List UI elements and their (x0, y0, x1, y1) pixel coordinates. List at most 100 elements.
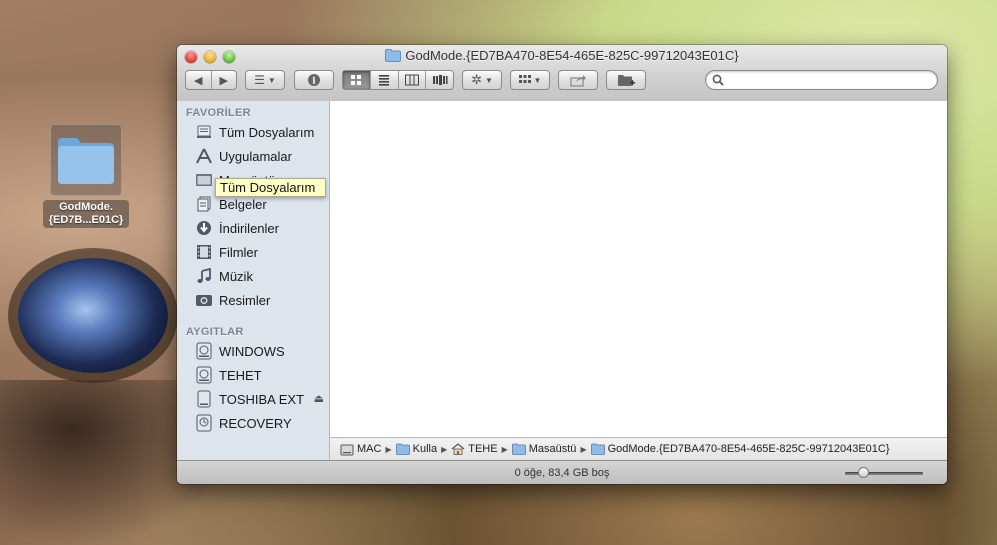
file-browser-content[interactable] (330, 101, 947, 437)
icon-size-slider[interactable] (845, 467, 923, 478)
sidebar-item-label: Belgeler (219, 196, 267, 212)
sidebar-item-label: Filmler (219, 244, 258, 260)
sidebar-item-movies[interactable]: Filmler (194, 241, 258, 263)
action-button[interactable]: ✲ ▼ (462, 70, 502, 90)
downloads-icon (194, 219, 214, 237)
info-button[interactable]: i (294, 70, 334, 90)
external-disk-icon (194, 390, 214, 408)
folder-icon (395, 443, 410, 455)
share-icon (570, 74, 586, 87)
disk-icon (194, 342, 214, 360)
new-folder-button[interactable] (606, 70, 646, 90)
gear-icon: ✲ (471, 72, 482, 87)
chevron-down-icon: ▼ (484, 75, 493, 85)
forward-button[interactable]: ▶ (210, 71, 237, 89)
share-button[interactable] (558, 70, 598, 90)
back-arrow-icon: ◀ (194, 74, 203, 87)
sidebar-item-recovery[interactable]: RECOVERY (194, 412, 292, 434)
sidebar-item-applications[interactable]: Uygulamalar (194, 145, 292, 167)
chevron-down-icon: ▼ (267, 75, 276, 85)
sidebar-item-all-files[interactable]: Tüm Dosyalarım (194, 121, 314, 143)
list-view-button[interactable] (369, 71, 398, 89)
window-title: GodMode.{ED7BA470-8E54-465E-825C-9971204… (177, 48, 947, 65)
slider-knob[interactable] (858, 467, 869, 478)
path-crumb-mac[interactable]: MAC (340, 443, 381, 456)
sidebar-item-music[interactable]: Müzik (194, 265, 253, 287)
info-icon: i (308, 74, 320, 87)
back-forward-buttons: ◀ ▶ (185, 70, 237, 90)
path-crumb-home[interactable]: TEHE (451, 443, 498, 455)
home-icon (451, 443, 465, 455)
search-icon (712, 74, 724, 86)
sidebar-item-label: WINDOWS (219, 343, 285, 359)
column-view-icon (404, 74, 419, 86)
path-crumb-desktop[interactable]: Masaüstü (511, 443, 576, 455)
new-folder-icon (618, 74, 635, 86)
hard-disk-icon (340, 443, 354, 456)
status-bar: 0 öğe, 83,4 GB boş (177, 460, 947, 484)
movies-icon (194, 243, 214, 261)
disk-icon (194, 366, 214, 384)
svg-text:i: i (312, 77, 316, 87)
devices-header: AYGITLAR (186, 326, 244, 338)
folder-icon (511, 443, 526, 455)
sidebar: FAVORİLER Tüm Dosyalarım Uygulamalar Mas… (177, 101, 330, 461)
grid-icon (518, 75, 531, 83)
sidebar-item-label: Uygulamalar (219, 148, 292, 164)
sidebar-item-label: Tüm Dosyalarım (219, 124, 315, 140)
pictures-icon (194, 291, 214, 309)
column-view-button[interactable] (397, 71, 426, 89)
window-title-text: GodMode.{ED7BA470-8E54-465E-825C-9971204… (405, 48, 739, 63)
sidebar-item-downloads[interactable]: İndirilenler (194, 217, 279, 239)
sidebar-item-label: İndirilenler (219, 220, 279, 236)
path-crumb-users[interactable]: Kulla (395, 443, 437, 455)
forward-arrow-icon: ▶ (219, 74, 228, 87)
back-button[interactable]: ◀ (186, 71, 211, 89)
documents-icon (194, 195, 214, 213)
path-crumb-godmode[interactable]: GodMode.{ED7BA470-8E54-465E-825C-9971204… (590, 443, 890, 455)
path-separator: ▶ (501, 444, 508, 454)
wallpaper-eye (18, 258, 168, 373)
cover-flow-icon (432, 75, 448, 85)
chevron-down-icon: ▼ (533, 75, 542, 85)
sidebar-item-toshiba-ext[interactable]: TOSHIBA EXT ⏏ (194, 388, 324, 410)
sidebar-item-pictures[interactable]: Resimler (194, 289, 270, 311)
favorites-header: FAVORİLER (186, 107, 251, 119)
search-field[interactable] (705, 70, 938, 90)
path-separator: ▶ (385, 444, 392, 454)
desktop-folder-godmode[interactable]: GodMode. {ED7B...E01C} (38, 124, 134, 228)
sidebar-item-label: Müzik (219, 268, 253, 284)
desktop-icon (194, 171, 214, 189)
sidebar-item-windows[interactable]: WINDOWS (194, 340, 285, 362)
folder-icon (385, 49, 402, 65)
sidebar-item-label: Resimler (219, 292, 271, 308)
recovery-disk-icon (194, 414, 214, 432)
toolbar: GodMode.{ED7BA470-8E54-465E-825C-9971204… (177, 45, 947, 102)
eject-icon[interactable]: ⏏ (314, 392, 324, 405)
icon-view-icon (351, 75, 362, 85)
sidebar-item-label: TEHET (219, 367, 262, 383)
icon-view-button[interactable] (343, 71, 370, 89)
applications-icon (194, 147, 214, 165)
sidebar-item-label: RECOVERY (219, 415, 292, 431)
path-separator: ▶ (580, 444, 587, 454)
path-bar: MAC ▶ Kulla ▶ TEHE ▶ Masaüstü ▶ GodMode.… (330, 437, 947, 460)
tooltip: Tüm Dosyalarım (215, 178, 327, 197)
desktop-folder-label: GodMode. {ED7B...E01C} (42, 200, 130, 228)
sidebar-item-label: TOSHIBA EXT (219, 391, 305, 407)
finder-window: GodMode.{ED7BA470-8E54-465E-825C-9971204… (177, 45, 947, 484)
cover-flow-button[interactable] (425, 71, 453, 89)
status-text: 0 öğe, 83,4 GB boş (514, 467, 610, 479)
all-files-icon (194, 123, 214, 141)
search-input[interactable] (726, 72, 935, 90)
view-mode-buttons (342, 70, 454, 90)
list-icon: ☰ (254, 73, 265, 87)
arrange-button[interactable]: ☰ ▼ (245, 70, 285, 90)
path-separator: ▶ (441, 444, 448, 454)
arrange-by-button[interactable]: ▼ (510, 70, 550, 90)
list-view-icon (379, 75, 390, 86)
sidebar-item-tehet[interactable]: TEHET (194, 364, 262, 386)
desktop-folder-icon (50, 124, 122, 196)
music-icon (194, 267, 214, 285)
folder-icon (590, 443, 605, 455)
